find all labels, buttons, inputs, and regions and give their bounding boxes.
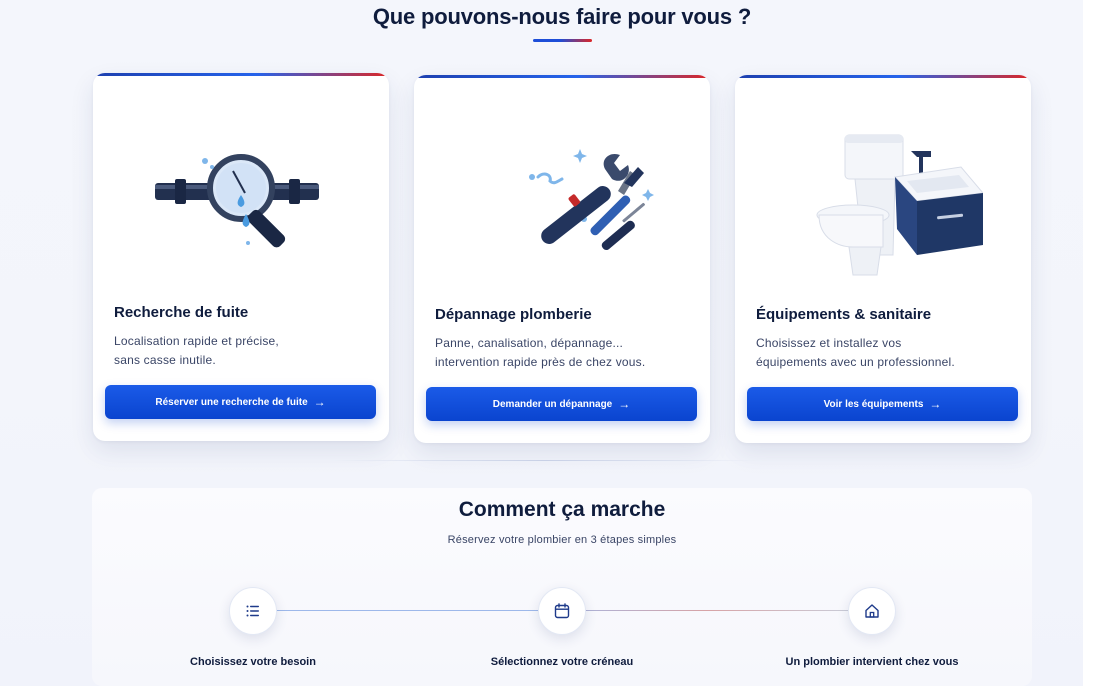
button-label: Demander un dépannage bbox=[492, 398, 613, 410]
request-repair-button[interactable]: Demander un dépannage → bbox=[426, 387, 697, 421]
leak-detection-magnifier-icon bbox=[141, 113, 341, 313]
step-3-icon-circle bbox=[848, 587, 896, 635]
section-divider bbox=[330, 460, 760, 461]
how-it-works-title: Comment ça marche bbox=[458, 498, 666, 521]
card-description: Panne, canalisation, dépannage... interv… bbox=[435, 334, 685, 372]
how-it-works-subtitle: Réservez votre plombier en 3 étapes simp… bbox=[447, 534, 677, 546]
step-2-label: Sélectionnez votre créneau bbox=[490, 656, 634, 668]
wrench-screwdriver-icon bbox=[462, 115, 662, 315]
toilet-sink-icon bbox=[783, 115, 984, 315]
card-description: Choisissez et installez vos équipements … bbox=[756, 334, 1006, 372]
view-equipment-button[interactable]: Voir les équipements → bbox=[747, 387, 1018, 421]
card-title: Dépannage plomberie bbox=[435, 306, 592, 323]
list-icon bbox=[246, 605, 259, 617]
service-card-equipment: Équipements & sanitaire Choisissez et in… bbox=[735, 75, 1031, 443]
step-2-icon-circle bbox=[538, 587, 586, 635]
card-description-line: sans casse inutile. bbox=[114, 353, 216, 367]
arrow-right-icon: → bbox=[618, 397, 631, 411]
card-description-line: Choisissez et installez vos bbox=[756, 336, 902, 350]
card-description-line: intervention rapide près de chez vous. bbox=[435, 355, 646, 369]
card-title: Recherche de fuite bbox=[114, 304, 249, 321]
home-icon bbox=[865, 604, 879, 618]
button-label: Voir les équipements bbox=[823, 398, 924, 410]
service-card-plumbing-repair: Dépannage plomberie Panne, canalisation,… bbox=[414, 75, 710, 443]
card-title: Équipements & sanitaire bbox=[756, 306, 932, 323]
book-leak-detection-button[interactable]: Réserver une recherche de fuite → bbox=[105, 385, 376, 419]
calendar-icon bbox=[554, 603, 570, 619]
arrow-right-icon: → bbox=[313, 395, 326, 409]
card-description-line: Panne, canalisation, dépannage... bbox=[435, 336, 624, 350]
services-section-title: Que pouvons-nous faire pour vous ? bbox=[372, 4, 752, 29]
step-3-label: Un plombier intervient chez vous bbox=[785, 656, 959, 668]
title-underline-accent bbox=[533, 39, 592, 42]
step-1-icon-circle bbox=[229, 587, 277, 635]
page-background: Que pouvons-nous faire pour vous ? Reche… bbox=[0, 0, 1083, 686]
card-description-line: Localisation rapide et précise, bbox=[114, 334, 279, 348]
service-card-leak-detection: Recherche de fuite Localisation rapide e… bbox=[93, 73, 389, 441]
card-description: Localisation rapide et précise, sans cas… bbox=[114, 332, 364, 370]
button-label: Réserver une recherche de fuite bbox=[155, 396, 308, 408]
step-1-label: Choisissez votre besoin bbox=[190, 656, 316, 668]
arrow-right-icon: → bbox=[929, 397, 942, 411]
card-description-line: équipements avec un professionnel. bbox=[756, 355, 955, 369]
